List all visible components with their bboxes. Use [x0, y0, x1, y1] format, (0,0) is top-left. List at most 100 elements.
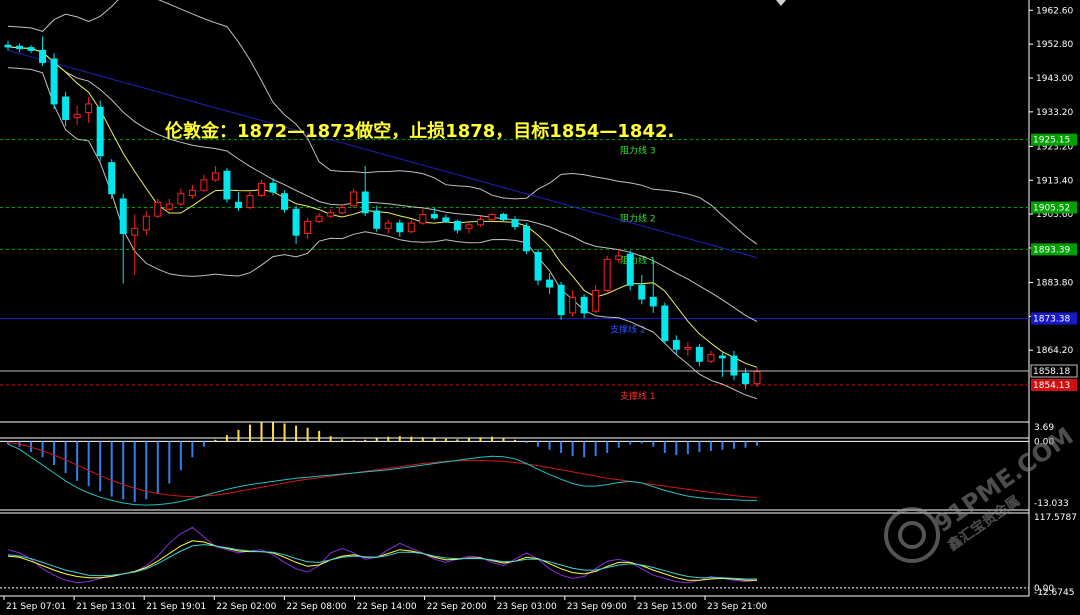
candle-body-bear	[430, 213, 438, 219]
candle-body-bear	[4, 44, 12, 48]
candle-body-bull	[258, 182, 266, 196]
time-tick-label: 22 Sep 20:00	[427, 602, 487, 612]
candle-body-bear	[269, 182, 277, 193]
candle-body-bear	[396, 222, 404, 233]
trade-headline: 伦敦金：1872—1873做空，止损1878，目标1854—1842.	[165, 120, 674, 142]
candle-body-bull	[304, 220, 312, 234]
candle-body-bull	[569, 296, 577, 314]
price-chart[interactable]: 1962.601952.801943.001933.201923.201913.…	[0, 0, 1080, 615]
candle-body-bull	[419, 213, 427, 224]
price-tick-label: 1864.20	[1036, 346, 1073, 356]
candle-body-bear	[626, 253, 634, 286]
candle-body-bear	[672, 340, 680, 350]
level-label: 阻力线 1	[620, 254, 656, 266]
time-tick-label: 23 Sep 15:00	[637, 602, 697, 612]
candle-body-bull	[684, 346, 692, 350]
candle-body-bear	[292, 208, 300, 236]
candle-body-bear	[523, 226, 531, 252]
level-price-tag-label: 1854.13	[1033, 381, 1070, 391]
current-price-label: 1858.18	[1033, 367, 1070, 377]
candle-body-bear	[511, 219, 519, 228]
level-price-tag-label: 1893.39	[1033, 245, 1070, 255]
candle-body-bear	[638, 284, 646, 300]
candle-body-bull	[592, 289, 600, 312]
candle-body-bull	[165, 203, 173, 210]
macd-panel: 3.690.00-13.033	[0, 422, 1069, 509]
candle-body-bull	[384, 222, 392, 229]
level-price-tag-label: 1873.38	[1033, 315, 1070, 325]
candle-body-bear	[741, 372, 749, 385]
candle-body-bull	[753, 371, 761, 385]
candle-body-bear	[580, 296, 588, 314]
candle-body-bull	[338, 207, 346, 214]
level-label: 阻力线 3	[620, 145, 656, 157]
candle-body-bear	[27, 47, 35, 51]
price-tick-label: 1952.80	[1036, 40, 1073, 50]
candle-body-bear	[108, 162, 116, 195]
level-price-tag-label: 1925.15	[1033, 136, 1070, 146]
price-tick-label: 1943.00	[1036, 74, 1073, 84]
candle-body-bull	[142, 215, 150, 231]
stoch-axis-label: -12.6745	[1034, 588, 1074, 598]
stoch-cyan-line	[7, 544, 757, 580]
price-tick-label: 1913.40	[1036, 176, 1073, 186]
watermark-logo: 91PME.COM 鑫汇宝贵金属	[884, 422, 1078, 563]
candle-body-bull	[154, 201, 162, 217]
candle-body-bear	[695, 346, 703, 362]
candle-body-bull	[200, 179, 208, 191]
candle-body-bear	[661, 305, 669, 342]
price-tick-label: 1933.20	[1036, 108, 1073, 118]
candle-body-bull	[350, 191, 358, 207]
candle-body-bear	[96, 106, 104, 157]
time-tick-label: 21 Sep 13:01	[76, 602, 136, 612]
candle-body-bear	[534, 251, 542, 281]
candle-body-bull	[603, 258, 611, 291]
time-tick-label: 23 Sep 21:00	[707, 602, 767, 612]
candle-body-bear	[718, 355, 726, 359]
candle-body-bear	[234, 201, 242, 209]
candle-body-bull	[211, 172, 219, 181]
candle-body-bear	[730, 355, 738, 376]
time-tick-label: 22 Sep 02:00	[216, 602, 276, 612]
candle-body-bear	[373, 210, 381, 229]
level-label: 支撑线 1	[620, 390, 656, 402]
candle-body-bear	[499, 213, 507, 221]
stochastic-panel: 117.57870.00-12.6745	[0, 513, 1077, 598]
candle-body-bull	[615, 255, 623, 260]
time-tick-label: 21 Sep 19:01	[146, 602, 206, 612]
candle-body-bull	[407, 222, 415, 233]
candle-body-bear	[62, 96, 70, 120]
time-axis: 21 Sep 07:01 21 Sep 13:01 21 Sep 19:01 22 S…	[3, 596, 767, 612]
candle-body-bear	[223, 170, 231, 200]
candle-body-bear	[119, 198, 127, 234]
level-label: 阻力线 2	[620, 212, 656, 224]
time-tick-label: 23 Sep 09:00	[567, 602, 627, 612]
candle-body-bear	[442, 217, 450, 222]
macd-axis-label: -13.033	[1034, 499, 1069, 509]
candle-body-bull	[85, 103, 93, 114]
candle-body-bear	[50, 58, 58, 105]
candle-body-bull	[476, 219, 484, 226]
price-tick-label: 1962.60	[1036, 6, 1073, 16]
price-axis: 1962.601952.801943.001933.201923.201913.…	[1029, 6, 1073, 356]
candle-body-bull	[177, 193, 185, 205]
candle-body-bull	[327, 212, 335, 217]
time-tick-label: 22 Sep 14:00	[357, 602, 417, 612]
level-label: 支撑线 2	[610, 324, 646, 336]
candle-body-bull	[73, 113, 81, 119]
time-tick-label: 22 Sep 08:00	[286, 602, 346, 612]
candle-body-bull	[131, 227, 139, 236]
candle-body-bear	[453, 220, 461, 231]
candle-body-bear	[546, 279, 554, 288]
candle-body-bull	[246, 194, 254, 209]
candle-body-bear	[281, 193, 289, 210]
price-tick-label: 1883.80	[1036, 279, 1073, 289]
candle-body-bear	[16, 45, 24, 50]
candle-body-bear	[39, 49, 47, 63]
time-tick-label: 21 Sep 07:01	[6, 602, 66, 612]
candle-body-bull	[188, 189, 196, 196]
candle-body-bull	[488, 213, 496, 221]
candle-body-bear	[361, 191, 369, 214]
level-price-tag-label: 1905.52	[1033, 203, 1070, 213]
candle-body-bull	[465, 224, 473, 229]
